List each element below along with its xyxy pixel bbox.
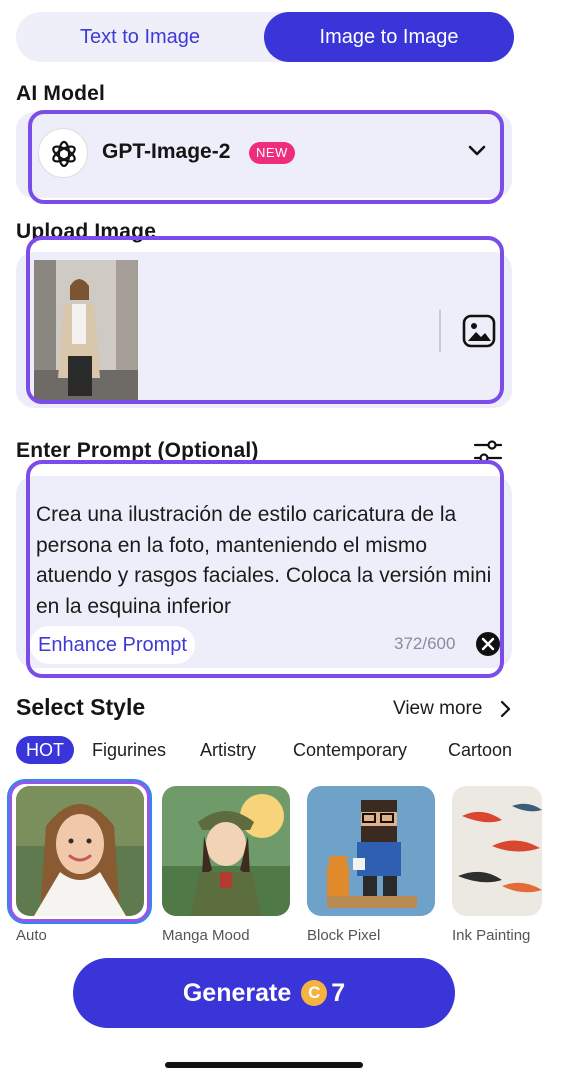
generate-cost: 7 xyxy=(331,979,346,1007)
close-icon[interactable] xyxy=(476,632,500,656)
select-style-title: Select Style xyxy=(16,694,146,720)
style-card-auto[interactable] xyxy=(16,786,144,916)
mode-tabs: Text to Image Image to Image xyxy=(16,12,514,62)
category-hot[interactable]: HOT xyxy=(16,736,74,764)
category-figurines[interactable]: Figurines xyxy=(92,736,166,764)
category-contemporary[interactable]: Contemporary xyxy=(293,736,407,764)
openai-logo-icon xyxy=(38,128,88,178)
style-label-auto: Auto xyxy=(16,927,47,944)
image-upload-icon[interactable] xyxy=(462,314,496,348)
home-indicator xyxy=(165,1062,363,1068)
model-name: GPT-Image-2 xyxy=(102,140,231,163)
chevron-down-icon[interactable] xyxy=(466,139,488,161)
prompt-textarea[interactable]: Crea una ilustración de estilo caricatur… xyxy=(36,500,496,628)
character-counter: 372/600 xyxy=(394,634,456,653)
tab-image-to-image[interactable]: Image to Image xyxy=(264,12,514,62)
upload-divider xyxy=(439,310,441,352)
prompt-box[interactable]: Crea una ilustración de estilo caricatur… xyxy=(16,476,512,668)
upload-area[interactable] xyxy=(16,252,512,408)
view-more-link[interactable]: View more xyxy=(393,698,482,720)
sliders-icon[interactable] xyxy=(472,436,504,468)
style-card-ink-painting[interactable] xyxy=(452,786,542,916)
prompt-label: Enter Prompt (Optional) xyxy=(16,439,259,462)
tab-text-to-image[interactable]: Text to Image xyxy=(16,12,264,62)
style-label-ink-painting: Ink Painting xyxy=(452,927,531,944)
category-artistry[interactable]: Artistry xyxy=(200,736,256,764)
enhance-prompt-button[interactable]: Enhance Prompt xyxy=(30,626,195,664)
chevron-right-icon[interactable] xyxy=(498,699,512,719)
style-label-manga-mood: Manga Mood xyxy=(162,927,250,944)
style-card-block-pixel[interactable] xyxy=(307,786,435,916)
model-selector[interactable]: GPT-Image-2 NEW xyxy=(16,112,512,198)
generate-button[interactable]: Generate C 7 xyxy=(73,958,455,1028)
ai-model-label: AI Model xyxy=(16,82,106,105)
generate-label: Generate xyxy=(182,979,292,1007)
category-cartoon[interactable]: Cartoon xyxy=(448,736,512,764)
style-label-block-pixel: Block Pixel xyxy=(307,927,381,944)
upload-image-label: Upload Image xyxy=(16,220,157,243)
style-card-manga-mood[interactable] xyxy=(162,786,290,916)
uploaded-image-thumbnail[interactable] xyxy=(34,260,138,400)
coin-icon: C xyxy=(301,980,328,1006)
style-categories: HOT Figurines Artistry Contemporary Cart… xyxy=(16,736,556,764)
new-badge: NEW xyxy=(249,142,295,164)
